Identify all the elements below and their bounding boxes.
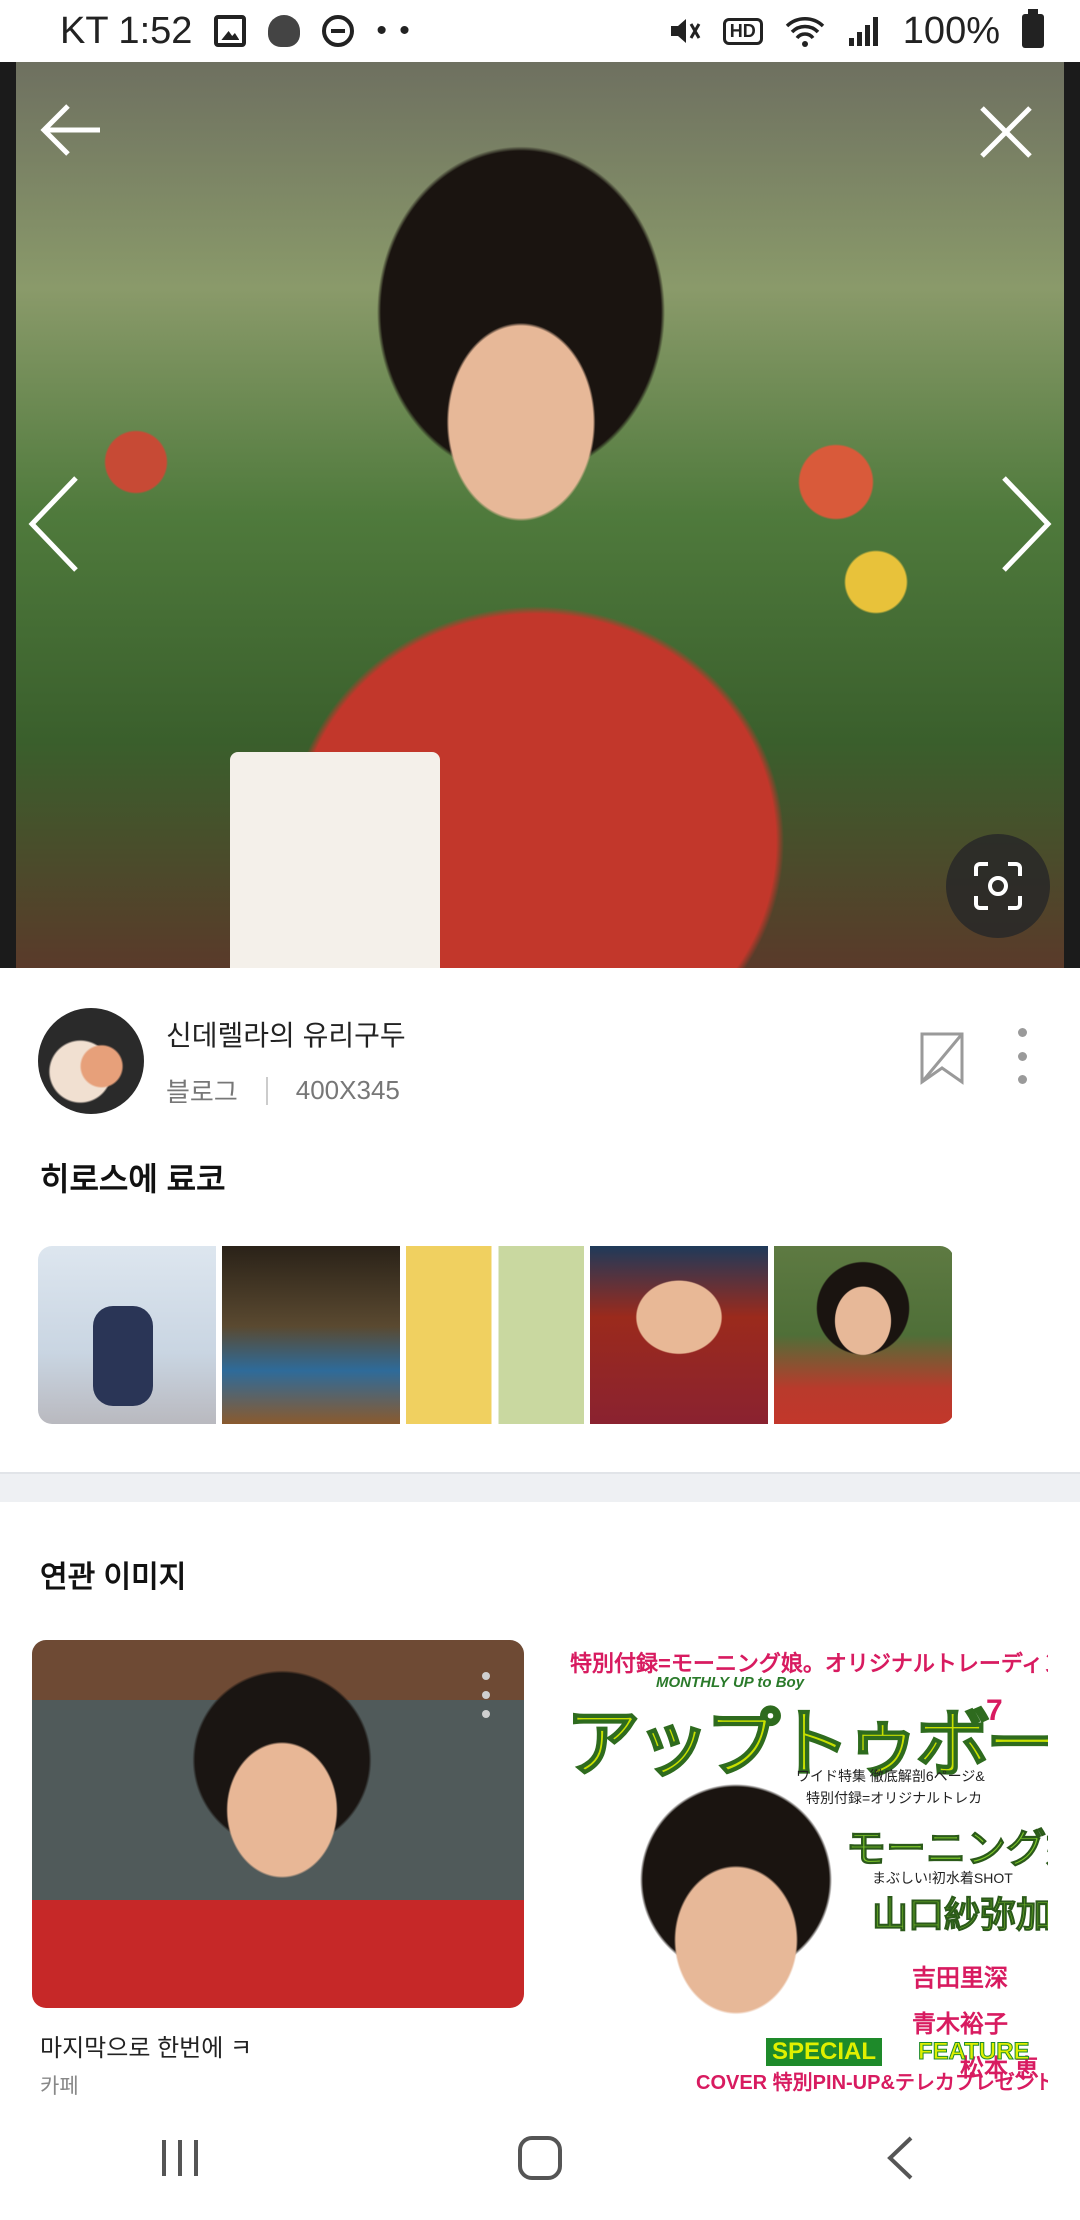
recent-apps-icon: [162, 2140, 198, 2176]
magazine-cover-line: COVER 特別PIN-UP&テレカプレゼント!: [696, 2072, 1048, 2094]
magazine-name-2: 吉田里深: [912, 1965, 1008, 1992]
home-button[interactable]: [500, 2118, 580, 2198]
chevron-right-icon: [1002, 476, 1052, 572]
more-dot: [1017, 1075, 1027, 1084]
photo-detail-cup: [230, 752, 440, 968]
magazine-name-3: 青木裕子: [912, 2011, 1008, 2038]
magazine-banner: 特別付録=モーニング娘。オリジナルトレーディングカード!: [570, 1651, 1048, 1676]
more-dot: [482, 1672, 490, 1680]
magazine-feature: FEATURE: [918, 2038, 1031, 2066]
image-dimensions: 400X345: [295, 1075, 400, 1105]
main-photo[interactable]: [16, 62, 1064, 968]
robot-icon: [268, 15, 301, 47]
magazine-special: SPECIAL: [766, 2038, 883, 2066]
next-image-button[interactable]: [1000, 474, 1052, 574]
signal-icon: [848, 17, 878, 46]
thumbnail-strip: [38, 1246, 954, 1424]
close-button[interactable]: [978, 104, 1034, 160]
image-search-button[interactable]: [946, 834, 1050, 938]
related-image-1-title[interactable]: 마지막으로 한번에 ㅋ: [40, 2028, 252, 2063]
thumbnail-2[interactable]: [222, 1246, 400, 1424]
battery-percent: 100%: [902, 9, 1000, 52]
recent-apps-button[interactable]: [140, 2118, 220, 2198]
related-image-2[interactable]: 特別付録=モーニング娘。オリジナルトレーディングカード! MONTHLY UP …: [556, 1640, 1048, 2096]
home-icon: [518, 2136, 562, 2180]
more-notifications-icon: • •: [376, 14, 412, 47]
gallery-icon: [214, 15, 247, 47]
system-navigation-bar: [0, 2096, 1080, 2220]
thumbnail-4[interactable]: [590, 1246, 768, 1424]
lens-scan-icon: [974, 862, 1022, 910]
magazine-morning: モーニング娘。: [846, 1827, 1049, 1872]
status-bar: KT 1:52 • • HD 100%: [0, 0, 1080, 62]
magazine-shot: まぶしい!初水着SHOT: [872, 1870, 1013, 1886]
back-icon: [887, 2136, 913, 2180]
image-title: 히로스에 료코: [40, 1161, 226, 1197]
source-avatar[interactable]: [38, 1008, 144, 1114]
chevron-left-icon: [28, 476, 78, 572]
magazine-name-1: 山口紗弥加: [871, 1894, 1048, 1936]
bookmark-button[interactable]: [918, 1030, 966, 1091]
previous-image-button[interactable]: [28, 474, 80, 574]
source-name[interactable]: 신데렐라의 유리구두: [166, 1014, 406, 1054]
more-options-button[interactable]: [1010, 1028, 1034, 1084]
related-card-more-button[interactable]: [478, 1672, 494, 1718]
mute-icon: [670, 19, 701, 43]
do-not-disturb-icon: [322, 15, 355, 47]
hd-voice-icon: HD: [722, 17, 763, 45]
close-icon: [980, 106, 1032, 158]
image-viewer[interactable]: [0, 62, 1080, 968]
thumbnail-5[interactable]: [774, 1246, 952, 1424]
more-dot: [482, 1691, 490, 1699]
magazine-feature-line-2: 特別付録=オリジナルトレカ: [806, 1790, 983, 1806]
thumbnail-3[interactable]: [406, 1246, 584, 1424]
magazine-issue: 7: [986, 1694, 1003, 1727]
source-meta: 블로그 400X345: [166, 1072, 400, 1109]
magazine-feature-line-1: ワイド特集 徹底解剖6ページ&: [796, 1768, 985, 1784]
source-type: 블로그: [166, 1077, 238, 1107]
carrier-time: KT 1:52: [60, 9, 193, 52]
more-dot: [482, 1710, 490, 1718]
back-nav-button[interactable]: [860, 2118, 940, 2198]
related-image-1[interactable]: [32, 1640, 524, 2008]
back-button[interactable]: [40, 102, 104, 158]
section-divider: [0, 1472, 1080, 1502]
more-dot: [1017, 1051, 1027, 1061]
more-dot: [1017, 1028, 1027, 1037]
battery-icon: [1022, 9, 1044, 48]
thumbnail-1[interactable]: [38, 1246, 216, 1424]
wifi-icon: [785, 17, 825, 47]
related-images-title: 연관 이미지: [40, 1561, 187, 1594]
bookmark-icon: [920, 1032, 964, 1085]
arrow-left-icon: [40, 104, 100, 156]
meta-divider: [265, 1076, 268, 1105]
